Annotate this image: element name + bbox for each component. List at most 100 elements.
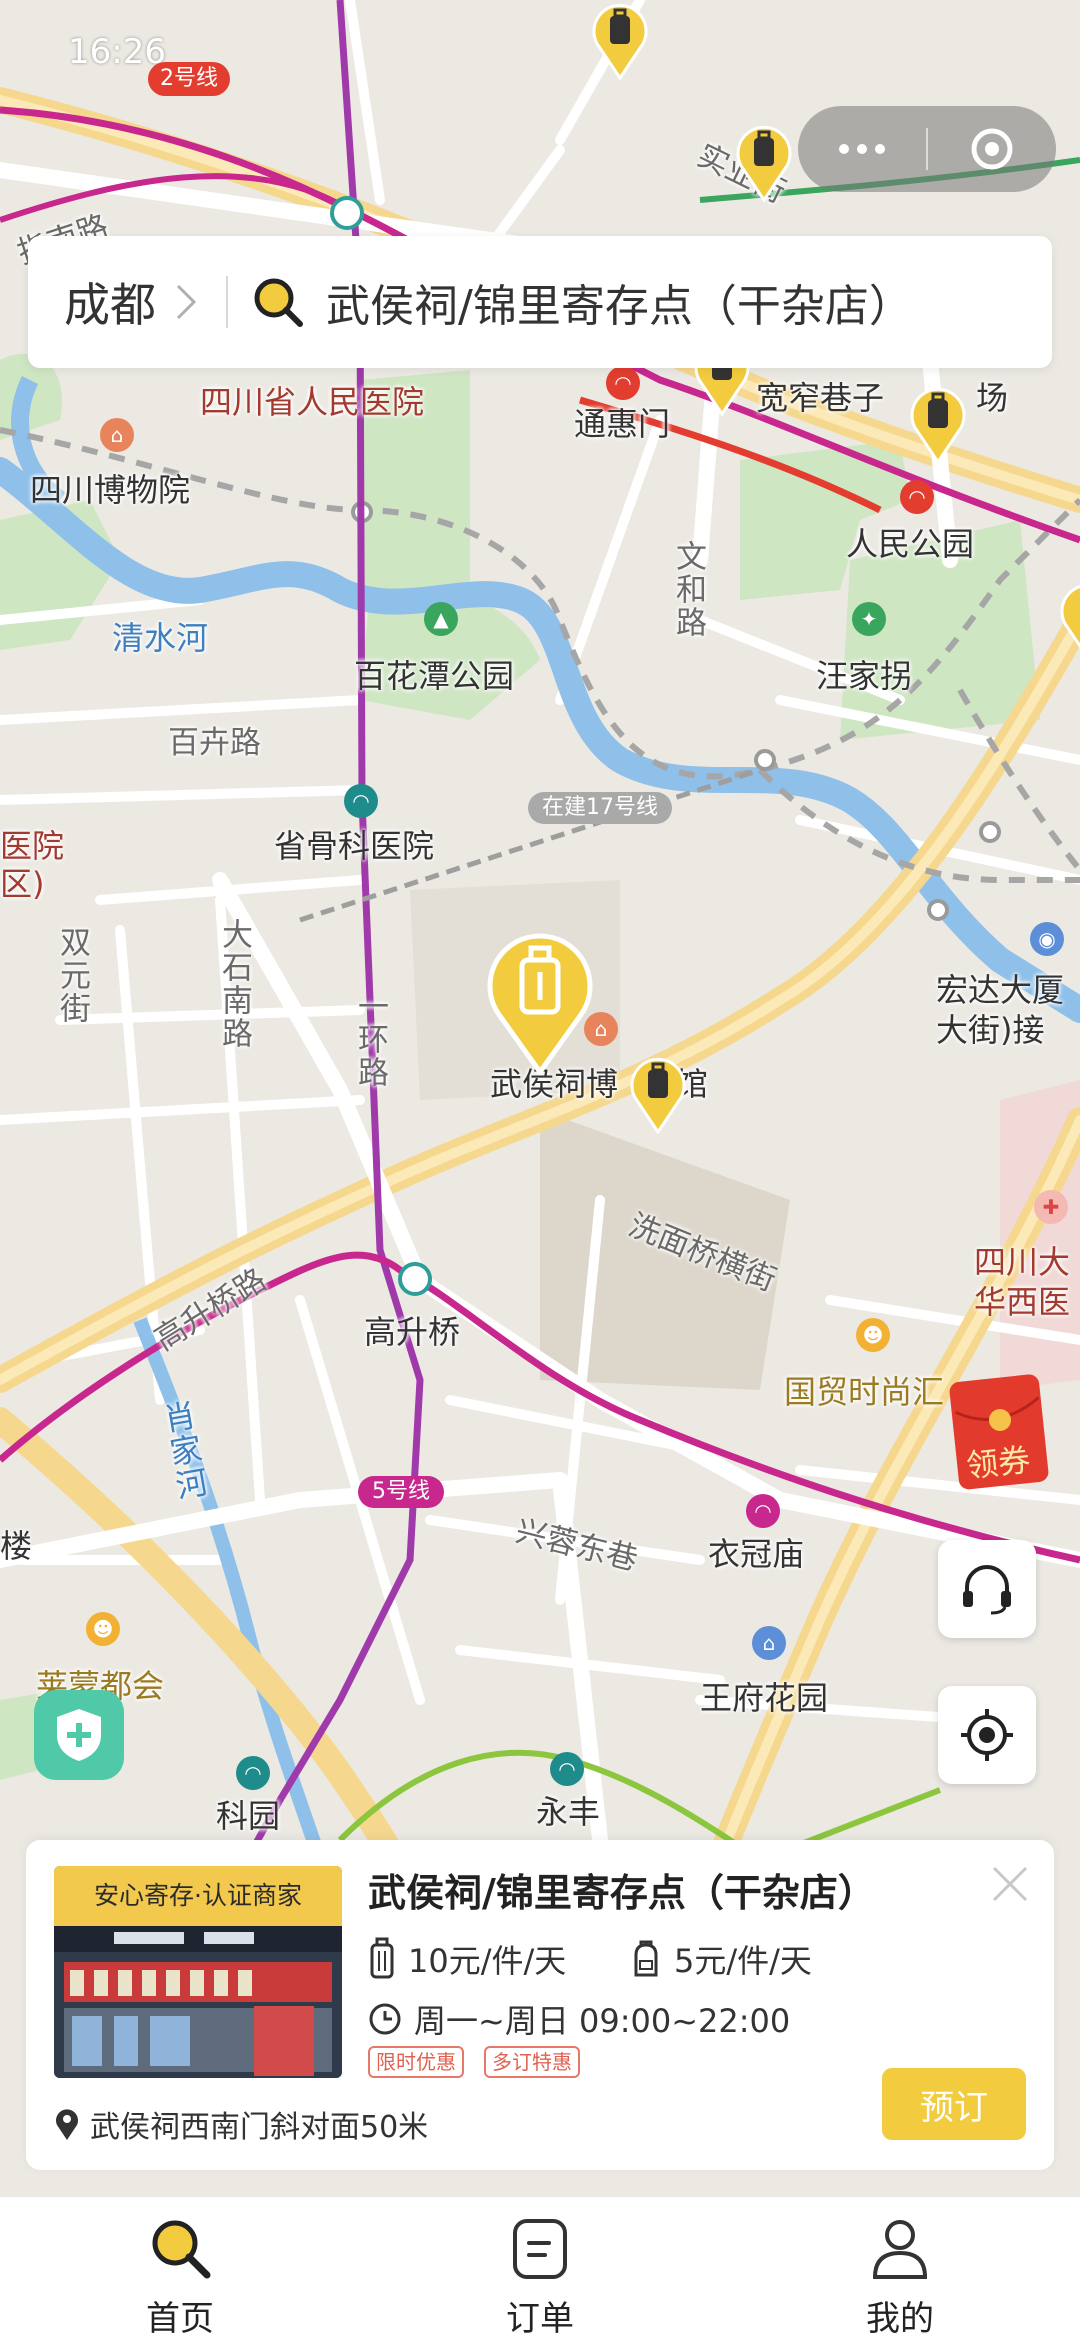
store-name[interactable]: 武侯祠/锦里寄存点（干杂店） — [368, 1862, 876, 1917]
customer-service-button[interactable] — [938, 1540, 1036, 1638]
mini-program-capsule — [798, 106, 1056, 192]
locate-button[interactable] — [938, 1686, 1036, 1784]
price-small-luggage: 5元/件/天 — [630, 1936, 812, 1982]
building-icon[interactable]: ◉ — [1030, 922, 1064, 956]
search-bar[interactable]: 成都 武侯祠/锦里寄存点（干杂店） — [28, 236, 1052, 368]
park-icon[interactable]: ✦ — [852, 602, 886, 636]
place-bone-hospital[interactable]: 省骨科医院 — [274, 830, 434, 862]
mall-icon[interactable]: ☻ — [86, 1612, 120, 1646]
metro-station-icon[interactable]: ◠ — [344, 784, 378, 818]
hospital-icon[interactable]: ✚ — [1034, 1190, 1068, 1224]
residence-icon[interactable]: ⌂ — [752, 1626, 786, 1660]
order-icon — [513, 2219, 567, 2279]
metro-station-icon[interactable] — [330, 196, 364, 230]
promo-tag: 限时优惠 — [368, 2046, 464, 2078]
metro-station-icon[interactable]: ◠ — [900, 480, 934, 514]
more-icon[interactable] — [798, 144, 926, 154]
promo-tag: 多订特惠 — [484, 2046, 580, 2078]
place-sichuan-west-tail: 华西医 — [974, 1283, 1071, 1321]
place-tonghuimen[interactable]: 通惠门 — [574, 408, 670, 440]
locate-icon — [961, 1709, 1013, 1761]
tab-orders[interactable]: 订单 — [360, 2197, 720, 2340]
tab-mine[interactable]: 我的 — [720, 2197, 1080, 2340]
store-address-text: 武侯祠西南门斜对面50米 — [90, 2110, 429, 2145]
place-kuanzhai-tail: 场 — [976, 379, 1009, 417]
metro-line5-badge: 5号线 — [358, 1476, 444, 1508]
place-wangfu[interactable]: 王府花园 — [700, 1682, 828, 1714]
tab-home[interactable]: 首页 — [0, 2197, 360, 2340]
metro-station-icon[interactable]: ◠ — [236, 1756, 270, 1790]
store-photo[interactable]: 安心寄存·认证商家 — [54, 1866, 342, 2078]
luggage-pin-icon[interactable] — [906, 384, 970, 464]
metro-station-icon[interactable]: ◠ — [606, 366, 640, 400]
luggage-pin-icon[interactable] — [588, 0, 652, 80]
chevron-right-icon[interactable] — [174, 282, 198, 322]
park-icon[interactable]: ▲ — [424, 602, 458, 636]
selected-luggage-pin-icon[interactable] — [480, 924, 600, 1074]
place-hospital-cut: 医院 — [0, 827, 65, 865]
search-icon — [254, 278, 303, 327]
tab-bar: 首页 订单 我的 — [0, 2196, 1080, 2340]
metro-station-icon[interactable]: ◠ — [550, 1752, 584, 1786]
place-lou: 楼 — [0, 1527, 33, 1565]
search-divider — [226, 276, 228, 328]
road-ring1: 一环路 — [352, 990, 388, 1089]
place-guomao[interactable]: 国贸时尚汇 — [784, 1376, 944, 1408]
tab-mine-label: 我的 — [866, 2299, 934, 2339]
price-small-text: 5元/件/天 — [674, 1942, 812, 1980]
road-wenhe: 文和路 — [670, 540, 706, 639]
status-time: 16:26 — [68, 32, 166, 72]
mall-icon[interactable]: ☻ — [856, 1318, 890, 1352]
place-sichuan-west[interactable]: 四川大 — [974, 1246, 1070, 1278]
suitcase-icon — [370, 1937, 394, 1979]
metro-station-icon[interactable]: ◠ — [746, 1494, 780, 1528]
place-museum[interactable]: 四川博物院 — [30, 474, 190, 506]
luggage-pin-icon[interactable] — [1056, 580, 1080, 660]
place-hongda[interactable]: 宏达大厦 — [936, 974, 1064, 1006]
luggage-pin-icon[interactable] — [626, 1054, 690, 1134]
book-button[interactable]: 预订 — [882, 2068, 1026, 2140]
road-baihui: 百卉路 — [168, 725, 261, 761]
store-address[interactable]: 武侯祠西南门斜对面50米 — [54, 2102, 428, 2146]
place-wangjiaguai[interactable]: 汪家拐 — [816, 660, 912, 692]
location-pin-icon — [56, 2109, 78, 2140]
business-hours-text: 周一~周日 09:00~22:00 — [414, 2002, 791, 2040]
price-large-luggage: 10元/件/天 — [368, 1936, 566, 1982]
river-qingshui: 清水河 — [112, 619, 209, 657]
price-large-text: 10元/件/天 — [408, 1942, 567, 1980]
place-kuanzhai[interactable]: 宽窄巷子 — [756, 382, 884, 414]
luggage-pin-icon[interactable] — [732, 122, 796, 202]
safety-shield-button[interactable] — [34, 1690, 124, 1780]
metro-line17-badge: 在建17号线 — [528, 792, 672, 824]
place-people-park[interactable]: 人民公园 — [846, 528, 974, 560]
tab-orders-label: 订单 — [506, 2299, 574, 2339]
clock-icon — [369, 2003, 401, 2035]
close-circle-icon[interactable] — [928, 126, 1056, 172]
shield-plus-icon — [57, 1709, 101, 1761]
place-baihuatan-park[interactable]: 百花潭公园 — [354, 660, 514, 692]
certified-merchant-badge: 安心寄存·认证商家 — [54, 1866, 342, 1926]
city-selector[interactable]: 成都 — [64, 269, 156, 335]
coupon-button[interactable]: 领券 — [948, 1372, 1054, 1490]
headset-icon — [963, 1565, 1011, 1615]
road-shuangyuan: 双元街 — [54, 926, 90, 1025]
place-people-hospital[interactable]: 四川省人民医院 — [200, 386, 424, 418]
place-keyuan[interactable]: 科园 — [216, 1800, 280, 1832]
place-hongda-tail: 大街)接 — [936, 1011, 1045, 1049]
place-district-cut: 区) — [0, 865, 45, 903]
store-card[interactable]: 安心寄存·认证商家 武侯祠/锦里寄存点（干杂店） 10元/件/天 5元/件/天 … — [26, 1840, 1054, 2170]
search-input[interactable]: 武侯祠/锦里寄存点（干杂店） — [326, 270, 913, 334]
museum-icon[interactable]: ⌂ — [100, 418, 134, 452]
metro-station-icon[interactable] — [398, 1262, 432, 1296]
backpack-icon — [634, 1940, 658, 1977]
place-gaosheng-bridge[interactable]: 高升桥 — [364, 1316, 460, 1348]
search-icon — [152, 2220, 211, 2279]
tab-home-label: 首页 — [146, 2299, 214, 2339]
close-icon[interactable] — [986, 1860, 1034, 1908]
place-yiguan[interactable]: 衣冠庙 — [708, 1538, 804, 1570]
coupon-label: 领券 — [964, 1440, 1033, 1486]
metro-line2-badge: 2号线 — [148, 62, 230, 96]
road-dashi-south: 大石南路 — [216, 918, 252, 1050]
place-yongfeng[interactable]: 永丰 — [536, 1796, 600, 1828]
user-icon — [872, 2220, 928, 2279]
